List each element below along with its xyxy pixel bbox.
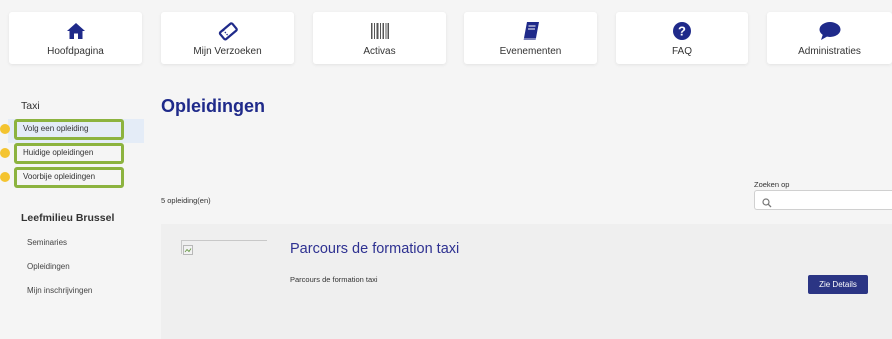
course-description: Parcours de formation taxi xyxy=(290,275,378,284)
broken-image-icon xyxy=(183,242,193,255)
speech-bubble-icon xyxy=(818,20,842,42)
course-title[interactable]: Parcours de formation taxi xyxy=(290,241,459,257)
sidebar-item-volg-een-opleiding[interactable]: Volg een opleiding xyxy=(14,119,124,140)
result-count: 5 opleiding(en) xyxy=(161,196,211,205)
home-icon xyxy=(66,20,86,42)
top-navigation: Hoofdpagina Mijn Verzoeken Activas Evene… xyxy=(0,0,892,68)
nav-label: Administraties xyxy=(798,46,861,57)
question-circle-icon: ? xyxy=(672,20,692,42)
course-card: Parcours de formation taxi Parcours de f… xyxy=(161,224,892,339)
page-title: Opleidingen xyxy=(161,96,266,116)
sidebar-item-label: Volg een opleiding xyxy=(23,124,89,133)
highlight-marker xyxy=(0,148,10,158)
book-icon xyxy=(522,20,540,42)
nav-faq[interactable]: ? FAQ xyxy=(616,12,748,64)
nav-label: Mijn Verzoeken xyxy=(193,46,262,57)
sidebar-item-opleidingen[interactable]: Opleidingen xyxy=(27,262,70,271)
nav-administraties[interactable]: Administraties xyxy=(767,12,892,64)
sidebar-item-label: Huidige opleidingen xyxy=(23,148,94,157)
sidebar-item-mijn-inschrijvingen[interactable]: Mijn inschrijvingen xyxy=(27,286,92,295)
search-icon xyxy=(762,195,772,213)
sidebar-item-seminaries[interactable]: Seminaries xyxy=(27,238,67,247)
sidebar-section-title-taxi: Taxi xyxy=(21,100,40,112)
nav-hoofdpagina[interactable]: Hoofdpagina xyxy=(9,12,142,64)
nav-label: FAQ xyxy=(671,46,692,57)
highlight-marker xyxy=(0,124,10,134)
sidebar-item-label: Voorbije opleidingen xyxy=(23,172,96,181)
nav-label: Activas xyxy=(363,46,396,57)
svg-text:?: ? xyxy=(678,24,686,39)
nav-mijn-verzoeken[interactable]: Mijn Verzoeken xyxy=(161,12,294,64)
sidebar-item-huidige-opleidingen[interactable]: Huidige opleidingen xyxy=(14,143,124,164)
ticket-icon xyxy=(217,20,239,42)
sidebar: Taxi Volg een opleiding Huidige opleidin… xyxy=(0,88,144,339)
search-box xyxy=(754,190,892,210)
nav-label: Evenementen xyxy=(499,46,562,57)
sidebar-item-voorbije-opleidingen[interactable]: Voorbije opleidingen xyxy=(14,167,124,188)
search-label: Zoeken op xyxy=(754,180,790,189)
sidebar-section-title-leefmilieu: Leefmilieu Brussel xyxy=(21,212,115,224)
nav-activas[interactable]: Activas xyxy=(313,12,446,64)
nav-label: Hoofdpagina xyxy=(47,46,104,57)
nav-evenementen[interactable]: Evenementen xyxy=(464,12,597,64)
course-image xyxy=(181,240,267,255)
highlight-marker xyxy=(0,172,10,182)
details-button[interactable]: Zie Details xyxy=(808,275,868,294)
barcode-icon xyxy=(370,20,390,42)
search-input[interactable] xyxy=(775,193,885,207)
